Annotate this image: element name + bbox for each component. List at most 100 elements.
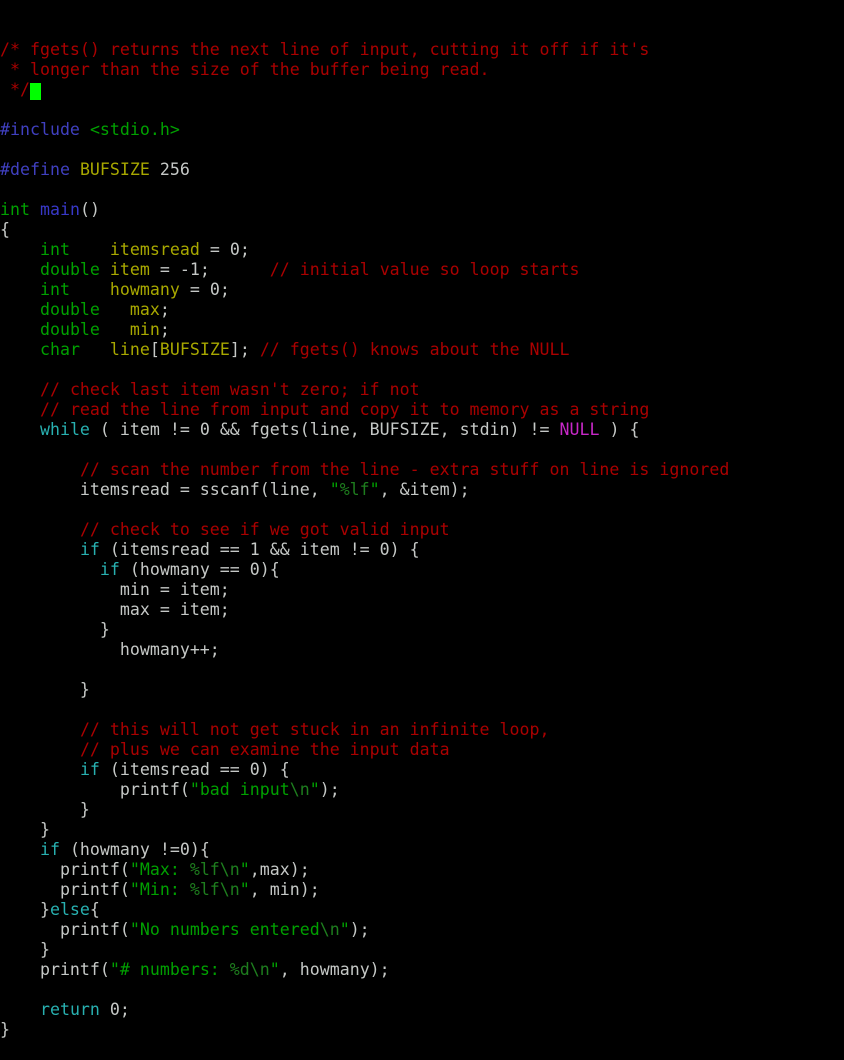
code-line[interactable]: // check last item wasn't zero; if not [0,380,844,400]
code-line[interactable]: itemsread = sscanf(line, "%lf", &item); [0,480,844,500]
code-line[interactable]: } [0,820,844,840]
code-token-plain: } [0,620,110,639]
code-token-string: "Min: [129,880,190,899]
code-line[interactable]: } [0,940,844,960]
code-token-number: 0 [179,840,190,859]
code-line[interactable]: min = item; [0,580,844,600]
code-token-type: int [39,240,70,259]
code-line[interactable]: } [0,1020,844,1040]
code-line[interactable]: // this will not get stuck in an infinit… [0,720,844,740]
code-line[interactable]: * longer than the size of the buffer bei… [0,60,844,80]
code-line[interactable] [0,140,844,160]
code-line[interactable] [0,660,844,680]
code-token-plain: ) { [599,420,640,439]
code-line[interactable]: { [0,220,844,240]
code-line[interactable] [0,440,844,460]
code-line[interactable]: int howmany = 0; [0,280,844,300]
code-line[interactable]: double item = -1; // initial value so lo… [0,260,844,280]
code-line[interactable]: printf("No numbers entered\n"); [0,920,844,940]
code-line[interactable]: while ( item != 0 && fgets(line, BUFSIZE… [0,420,844,440]
source-code-area[interactable]: /* fgets() returns the next line of inpu… [0,40,844,1040]
code-line[interactable]: // plus we can examine the input data [0,740,844,760]
code-line[interactable]: double max; [0,300,844,320]
code-token-plain: (itemsread == [99,760,250,779]
code-token-ident: itemsread [109,240,200,259]
code-line[interactable] [0,980,844,1000]
code-token-keyword: if [79,760,100,779]
code-line[interactable]: char line[BUFSIZE]; // fgets() knows abo… [0,340,844,360]
code-token-plain: = [199,240,230,259]
code-token-type: double [39,300,100,319]
code-line[interactable]: */ [0,80,844,100]
code-line[interactable]: } [0,800,844,820]
code-line[interactable]: printf("bad input\n"); [0,780,844,800]
code-token-number: 0 [229,240,240,259]
code-line[interactable] [0,500,844,520]
code-line[interactable]: return 0; [0,1000,844,1020]
code-token-plain: } [0,940,50,959]
code-token-plain: printf( [0,860,130,879]
code-token-number: 1 [189,260,200,279]
code-token-ident: howmany [109,280,180,299]
code-line[interactable]: // scan the number from the line - extra… [0,460,844,480]
code-line[interactable]: printf("Min: %lf\n", min); [0,880,844,900]
code-line[interactable]: printf("# numbers: %d\n", howmany); [0,960,844,980]
code-line[interactable]: max = item; [0,600,844,620]
code-token-plain: && fgets(line, BUFSIZE, stdin) != [209,420,560,439]
code-token-keyword: return [39,1000,100,1019]
code-editor-viewport[interactable]: /* fgets() returns the next line of inpu… [0,0,844,1039]
code-token-plain: , min); [249,880,320,899]
code-token-plain: ; [159,300,170,319]
code-line[interactable]: int itemsread = 0; [0,240,844,260]
code-line[interactable]: #include <stdio.h> [0,120,844,140]
code-line[interactable]: // check to see if we got valid input [0,520,844,540]
code-token-comment: // plus we can examine the input data [79,740,450,759]
code-line[interactable]: } [0,680,844,700]
code-line[interactable]: // read the line from input and copy it … [0,400,844,420]
code-line[interactable]: howmany++; [0,640,844,660]
code-token-keyword: else [49,900,90,919]
code-token-string: <stdio.h> [89,120,180,139]
code-line[interactable]: double min; [0,320,844,340]
code-line[interactable]: if (howmany !=0){ [0,840,844,860]
code-token-format: %d\n [229,960,270,979]
code-token-plain: printf( [0,780,190,799]
code-token-comment: // this will not get stuck in an infinit… [79,720,550,739]
code-line[interactable]: #define BUFSIZE 256 [0,160,844,180]
code-token-ident: min [129,320,160,339]
code-line[interactable] [0,700,844,720]
code-line[interactable]: if (itemsread == 1 && item != 0) { [0,540,844,560]
text-cursor [29,83,41,100]
code-token-plain: } [0,1020,10,1039]
code-line[interactable]: /* fgets() returns the next line of inpu… [0,40,844,60]
code-token-string: " [239,880,250,899]
code-line[interactable] [0,180,844,200]
code-token-plain: (itemsread == [99,540,250,559]
code-line[interactable] [0,360,844,380]
code-token-string: "Max: [129,860,190,879]
code-line[interactable]: if (itemsread == 0) { [0,760,844,780]
code-line[interactable]: } [0,620,844,640]
code-token-plain: } [0,820,50,839]
code-line[interactable]: if (howmany == 0){ [0,560,844,580]
code-line[interactable]: }else{ [0,900,844,920]
code-line[interactable]: int main() [0,200,844,220]
code-token-type: int [0,200,30,219]
code-token-plain: , howmany); [279,960,390,979]
code-line[interactable]: printf("Max: %lf\n",max); [0,860,844,880]
code-line[interactable] [0,100,844,120]
